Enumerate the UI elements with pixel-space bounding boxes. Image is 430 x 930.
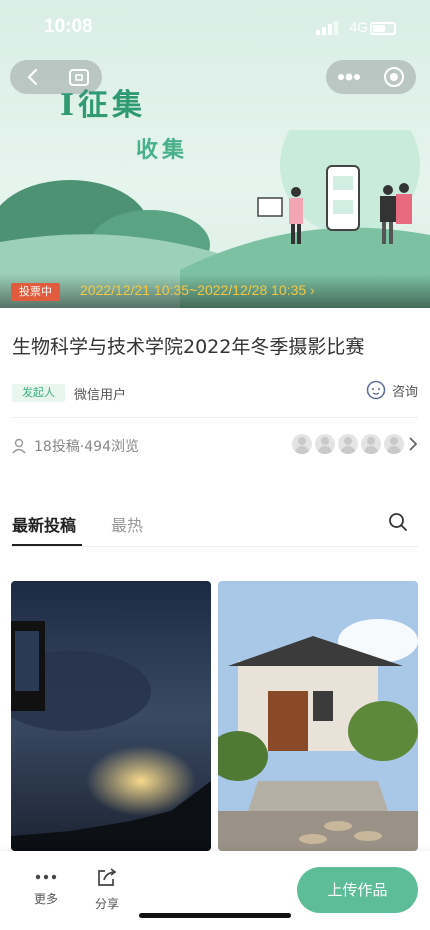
organizer-name[interactable]: 微信用户 — [74, 384, 126, 403]
status-time: 10:08 — [44, 16, 93, 37]
back-icon[interactable] — [23, 67, 43, 87]
banner-art-subtitle: 收集 — [136, 137, 189, 163]
stats-text: 18投稿·494浏览 — [34, 439, 139, 455]
contest-title: 生物科学与技术学院2022年冬季摄影比赛 — [12, 336, 365, 358]
consult-label: 咨询 — [391, 384, 418, 400]
user-icon — [12, 438, 26, 454]
search-icon[interactable] — [388, 512, 408, 532]
share-icon — [98, 868, 117, 886]
avatar — [384, 434, 404, 454]
bottom-action-bar: 更多 分享 上传作品 — [0, 851, 430, 930]
submission-tabs: 最新投稿 最热 — [12, 508, 418, 548]
signal-icon — [316, 21, 338, 35]
sky-photo-image — [11, 581, 211, 851]
tab-latest[interactable]: 最新投稿 — [12, 512, 76, 536]
banner-art-title: I征集 — [60, 88, 147, 123]
submission-photo[interactable] — [11, 581, 211, 851]
cover-banner: 10:08 4G I征集 收集 投票中 2022/12/21 10:35~202… — [0, 0, 430, 308]
more-button[interactable]: 更多 — [26, 867, 66, 907]
organizer-row: 发起人 微信用户 咨询 — [12, 380, 418, 406]
avatar — [361, 434, 381, 454]
divider — [12, 546, 418, 547]
tab-hot[interactable]: 最热 — [111, 512, 143, 536]
share-label: 分享 — [94, 897, 119, 911]
close-mini-program-icon[interactable] — [383, 66, 405, 88]
vote-period-link[interactable]: 2022/12/21 10:35~2022/12/28 10:35 › — [80, 282, 315, 298]
building-photo-image — [218, 581, 418, 851]
avatar — [338, 434, 358, 454]
avatar — [315, 434, 335, 454]
submission-photo[interactable] — [218, 581, 418, 851]
stats-row[interactable]: 18投稿·494浏览 — [12, 434, 418, 458]
home-indicator — [139, 913, 291, 918]
upload-work-button[interactable]: 上传作品 — [297, 867, 418, 913]
battery-icon — [370, 22, 396, 35]
viewer-avatars — [292, 434, 404, 454]
share-button[interactable]: 分享 — [87, 867, 127, 912]
divider — [12, 417, 418, 418]
consult-button[interactable]: 咨询 — [366, 380, 418, 400]
organizer-tag: 发起人 — [12, 384, 65, 402]
nav-capsule-right — [326, 60, 416, 94]
network-type: 4G — [349, 19, 368, 35]
status-bar: 10:08 4G — [0, 0, 430, 54]
menu-dots-icon[interactable] — [337, 72, 361, 82]
chevron-right-icon — [409, 437, 418, 451]
chat-icon — [366, 380, 386, 400]
vote-status-badge: 投票中 — [11, 283, 60, 301]
more-dots-icon — [35, 874, 57, 880]
avatar — [292, 434, 312, 454]
more-label: 更多 — [33, 892, 58, 906]
